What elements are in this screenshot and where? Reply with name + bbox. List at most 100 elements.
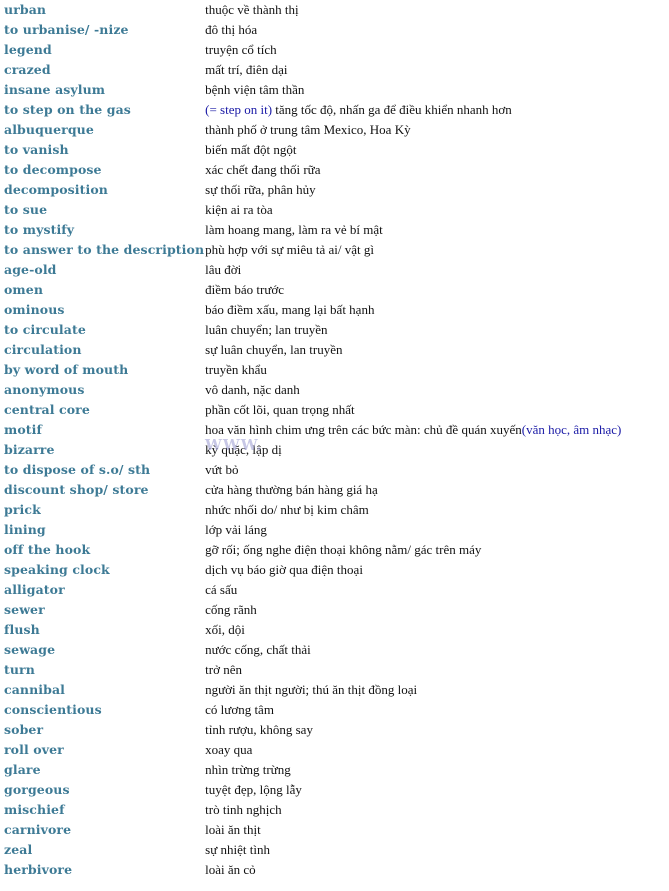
vocab-row: legend truyện cổ tích — [0, 40, 621, 60]
vocab-term: decomposition — [4, 182, 108, 197]
vocab-term: insane asylum — [4, 82, 106, 97]
vocab-meaning-cell: trở nên — [204, 660, 621, 680]
vocab-meaning: tỉnh rượu, không say — [205, 722, 313, 737]
vocab-row: central core phần cốt lõi, quan trọng nhấ… — [0, 400, 621, 420]
vocab-term: roll over — [4, 742, 64, 757]
vocab-term: by word of mouth — [4, 362, 129, 377]
vocab-term: cannibal — [4, 682, 66, 697]
vocab-term: to vanish — [4, 142, 69, 157]
vocab-term: glare — [4, 762, 41, 777]
vocab-term: sewer — [4, 602, 45, 617]
vocab-meaning: cửa hàng thường bán hàng giá hạ — [205, 482, 378, 497]
vocab-meaning-cell: trò tinh nghịch — [204, 800, 621, 820]
vocab-meaning-cell: lâu đời — [204, 260, 621, 280]
vocab-meaning-cell: sự thối rữa, phân hủy — [204, 180, 621, 200]
vocab-row: speaking clock dịch vụ báo giờ qua điện t… — [0, 560, 621, 580]
vocab-meaning: sự luân chuyển, lan truyền — [205, 342, 343, 357]
vocab-meaning-cell: luân chuyển; lan truyền — [204, 320, 621, 340]
vocab-row: cannibal người ăn thịt người; thú ăn thịt… — [0, 680, 621, 700]
vocab-meaning-cell: báo điềm xấu, mang lại bất hạnh — [204, 300, 621, 320]
vocab-meaning: lớp vải láng — [205, 522, 267, 537]
vocab-meaning-cell: gỡ rối; ống nghe điện thoại không nằm/ g… — [204, 540, 621, 560]
vocab-meaning-cell: vô danh, nặc danh — [204, 380, 621, 400]
vocab-meaning: bệnh viện tâm thần — [205, 82, 305, 97]
vocab-term: turn — [4, 662, 35, 677]
vocab-row: ominous báo điềm xấu, mang lại bất hạnh — [0, 300, 621, 320]
vocab-meaning-cell: mất trí, điên dại — [204, 60, 621, 80]
vocab-row: off the hook gỡ rối; ống nghe điện thoại … — [0, 540, 621, 560]
vocab-meaning: trò tinh nghịch — [205, 802, 282, 817]
vocab-meaning: dịch vụ báo giờ qua điện thoại — [205, 562, 363, 577]
vocab-note: (văn học, âm nhạc) — [521, 422, 622, 437]
vocab-meaning-cell: nhức nhối do/ như bị kim châm — [204, 500, 621, 520]
vocab-meaning-cell: tuyệt đẹp, lộng lẫy — [204, 780, 621, 800]
vocab-row: insane asylum bệnh viện tâm thần — [0, 80, 621, 100]
vocab-meaning-cell: xoay qua — [204, 740, 621, 760]
vocab-meaning: loài ăn cỏ — [205, 862, 256, 877]
vocab-note: (= step on it) — [205, 102, 273, 117]
vocab-row: decomposition sự thối rữa, phân hủy — [0, 180, 621, 200]
vocab-meaning: thành phố ở trung tâm Mexico, Hoa Kỳ — [205, 122, 411, 137]
vocab-row: to circulate luân chuyển; lan truyền — [0, 320, 621, 340]
vocab-row: gorgeous tuyệt đẹp, lộng lẫy — [0, 780, 621, 800]
vocab-row: to decompose xác chết đang thối rữa — [0, 160, 621, 180]
vocab-meaning-cell: vứt bỏ — [204, 460, 621, 480]
vocab-meaning-cell: kỳ quặc, lập dị — [204, 440, 621, 460]
vocab-term: discount shop/ store — [4, 482, 149, 497]
vocab-meaning: thuộc về thành thị — [205, 2, 299, 17]
vocab-meaning: kiện ai ra tòa — [205, 202, 273, 217]
vocab-term: crazed — [4, 62, 51, 77]
vocab-meaning: trở nên — [205, 662, 242, 677]
vocab-term: sober — [4, 722, 44, 737]
vocab-row: by word of mouth truyền khẩu — [0, 360, 621, 380]
vocab-meaning: sự nhiệt tình — [205, 842, 270, 857]
vocab-meaning: vô danh, nặc danh — [205, 382, 300, 397]
vocab-row: to dispose of s.o/ sth vứt bỏ — [0, 460, 621, 480]
vocab-row: flush xối, dội — [0, 620, 621, 640]
vocab-meaning: xác chết đang thối rữa — [205, 162, 321, 177]
vocab-term: to circulate — [4, 322, 86, 337]
vocab-row: bizarre kỳ quặc, lập dị — [0, 440, 621, 460]
vocab-row: prick nhức nhối do/ như bị kim châm — [0, 500, 621, 520]
vocab-term: to urbanise/ -nize — [4, 22, 129, 37]
vocab-term: motif — [4, 422, 42, 437]
vocab-meaning-cell: xác chết đang thối rữa — [204, 160, 621, 180]
vocab-term: zeal — [4, 842, 33, 857]
vocab-meaning-cell: cửa hàng thường bán hàng giá hạ — [204, 480, 621, 500]
vocab-meaning-cell: nhìn trừng trừng — [204, 760, 621, 780]
vocab-term: lining — [4, 522, 46, 537]
vocab-term: legend — [4, 42, 52, 57]
vocab-term: anonymous — [4, 382, 85, 397]
vocab-row: herbivore loài ăn cỏ — [0, 860, 621, 880]
vocab-term: urban — [4, 2, 47, 17]
vocab-meaning-cell: đô thị hóa — [204, 20, 621, 40]
vocab-term: carnivore — [4, 822, 72, 837]
vocab-term: omen — [4, 282, 44, 297]
vocab-meaning-cell: người ăn thịt người; thú ăn thịt đồng lo… — [204, 680, 621, 700]
vocab-term: off the hook — [4, 542, 91, 557]
vocab-term: ominous — [4, 302, 65, 317]
vocab-term: to sue — [4, 202, 48, 217]
vocab-row: crazed mất trí, điên dại — [0, 60, 621, 80]
vocab-term: speaking clock — [4, 562, 110, 577]
vocab-row: age-old lâu đời — [0, 260, 621, 280]
vocab-meaning-cell: sự nhiệt tình — [204, 840, 621, 860]
vocab-term: gorgeous — [4, 782, 70, 797]
vocab-meaning: xoay qua — [205, 742, 253, 757]
vocabulary-table: urban thuộc về thành thị to urbanise/ -niz… — [0, 0, 621, 880]
vocab-meaning: tăng tốc độ, nhấn ga để điều khiển nhanh… — [272, 102, 512, 117]
vocab-meaning: điềm báo trước — [205, 282, 285, 297]
vocab-row: lining lớp vải láng — [0, 520, 621, 540]
vocab-term: prick — [4, 502, 41, 517]
vocab-meaning: người ăn thịt người; thú ăn thịt đồng lo… — [205, 682, 418, 697]
vocab-meaning-cell: thành phố ở trung tâm Mexico, Hoa Kỳ — [204, 120, 621, 140]
vocab-row: urban thuộc về thành thị — [0, 0, 621, 20]
vocab-meaning-cell: phần cốt lõi, quan trọng nhất — [204, 400, 621, 420]
vocab-meaning-cell: loài ăn thịt — [204, 820, 621, 840]
vocab-meaning: sự thối rữa, phân hủy — [205, 182, 316, 197]
vocab-row: discount shop/ store cửa hàng thường bán … — [0, 480, 621, 500]
vocab-meaning: vứt bỏ — [205, 462, 239, 477]
vocab-term: bizarre — [4, 442, 55, 457]
vocab-row: circulation sự luân chuyển, lan truyền — [0, 340, 621, 360]
vocab-meaning-cell: loài ăn cỏ — [204, 860, 621, 880]
